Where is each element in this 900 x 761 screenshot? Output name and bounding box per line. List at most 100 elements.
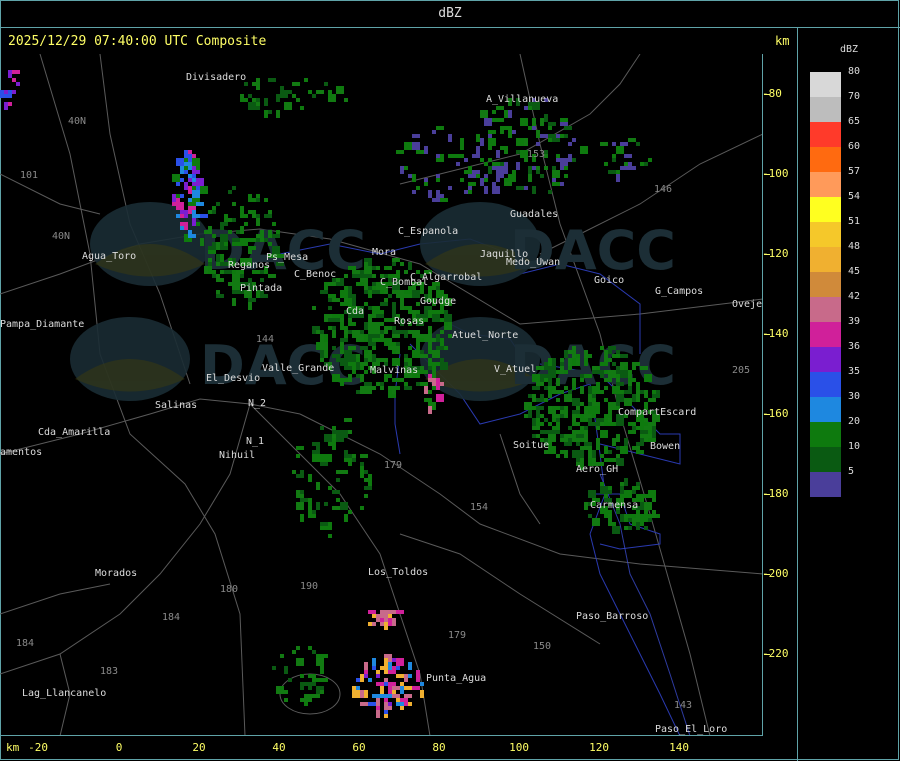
x-axis: km -20 0 20 40 60 80 100 120 140 <box>0 737 798 761</box>
x-tick-label: 140 <box>669 741 689 754</box>
legend-label: 65 <box>848 116 861 127</box>
road-label: 205 <box>732 365 751 376</box>
legend-swatch <box>810 372 841 397</box>
legend-label: 48 <box>848 241 861 252</box>
road-label: 190 <box>300 581 319 592</box>
legend-entry: 5 <box>810 466 900 497</box>
place-label: Paso_Barroso <box>576 611 649 622</box>
road-label: 179 <box>448 630 467 641</box>
legend-panel: dBZ 80 70 65 60 57 54 51 48 45 42 39 36 35 30 20 10 5 <box>797 28 900 761</box>
road-label: 40N <box>52 231 71 242</box>
place-label: Guadales <box>510 209 559 220</box>
legend-label: 70 <box>848 91 861 102</box>
road-label: 180 <box>220 584 239 595</box>
place-label: Punta_Agua <box>426 673 487 684</box>
y-axis: -80 -100 -120 -140 -160 -180 -200 -220 <box>762 54 797 736</box>
place-label: Soitue <box>513 440 550 451</box>
legend-label: 57 <box>848 166 861 177</box>
y-tick-label: -180 <box>762 487 789 500</box>
x-tick-label: 60 <box>352 741 366 754</box>
place-label: Cda_Amarilla <box>38 427 111 438</box>
place-label: Agua_Toro <box>82 251 137 262</box>
legend-swatch <box>810 472 841 497</box>
place-label: Divisadero <box>186 72 247 83</box>
timestamp-label: 2025/12/29 07:40:00 UTC Composite <box>8 34 267 49</box>
legend-swatch <box>810 397 841 422</box>
legend-label: 80 <box>848 66 861 77</box>
window-title: dBZ <box>0 0 900 28</box>
legend-swatch <box>810 322 841 347</box>
legend-label: 30 <box>848 391 861 402</box>
x-tick-label: 20 <box>192 741 206 754</box>
legend-label: 36 <box>848 341 861 352</box>
legend-label: 39 <box>848 316 861 327</box>
legend-swatch <box>810 347 841 372</box>
legend-label: 10 <box>848 441 861 452</box>
legend-swatch <box>810 197 841 222</box>
road-label: 101 <box>20 170 39 181</box>
place-label: V_Atuel <box>494 364 537 375</box>
legend-swatch <box>810 172 841 197</box>
y-tick-label: -100 <box>762 167 789 180</box>
place-label: Carmensa <box>590 500 639 511</box>
place-label: Ps_Mesa <box>266 252 309 263</box>
legend-swatch <box>810 447 841 472</box>
place-label: C_Benoc <box>294 269 337 280</box>
place-label: Lag_Llancanelo <box>22 688 107 699</box>
place-label: El_Desvio <box>206 373 261 384</box>
place-label: Bowen <box>650 441 681 452</box>
place-label: Pampa_Diamante <box>0 319 85 330</box>
place-label: Aero_GH <box>576 464 619 475</box>
road-label: 40N <box>68 116 87 127</box>
road-label: 144 <box>256 334 275 345</box>
legend-swatch <box>810 97 841 122</box>
legend-label: 45 <box>848 266 861 277</box>
unit-label-top: km <box>775 34 790 48</box>
place-label: CompartEscard <box>618 407 697 418</box>
unit-label-bottom: km <box>6 741 20 754</box>
place-label: Paso_El_Loro <box>655 724 728 735</box>
color-legend: 80 70 65 60 57 54 51 48 45 42 39 36 35 30 20 10 5 <box>810 66 900 497</box>
place-label: Reganos <box>228 260 271 271</box>
legend-label: 51 <box>848 216 861 227</box>
y-tick-label: -80 <box>762 87 782 100</box>
x-tick-label: 40 <box>272 741 286 754</box>
legend-swatch <box>810 247 841 272</box>
legend-swatch <box>810 72 841 97</box>
y-tick-label: -200 <box>762 567 789 580</box>
x-tick-label: 80 <box>432 741 446 754</box>
road-label: 184 <box>162 612 181 623</box>
road-label: 153 <box>527 149 546 160</box>
y-tick-label: -140 <box>762 327 789 340</box>
place-label: Atuel_Norte <box>452 330 519 341</box>
legend-label: 20 <box>848 416 861 427</box>
legend-label: 60 <box>848 141 861 152</box>
road-label: 179 <box>384 460 403 471</box>
place-label: Goico <box>594 275 625 286</box>
road-label: 146 <box>654 184 673 195</box>
place-label: G_Campos <box>655 286 704 297</box>
road-label: 154 <box>470 502 489 513</box>
place-label: Malvinas <box>370 365 419 376</box>
y-tick-label: -220 <box>762 647 789 660</box>
legend-swatch <box>810 297 841 322</box>
radar-echo-layer <box>0 70 660 718</box>
road-label: 143 <box>674 700 693 711</box>
legend-swatch <box>810 422 841 447</box>
place-label: Cda <box>346 306 365 317</box>
place-label: C_Espanola <box>398 226 459 237</box>
place-label: Nihuil <box>219 450 256 461</box>
place-label: Goudge <box>420 296 457 307</box>
x-tick-label: 120 <box>589 741 609 754</box>
radar-map[interactable]: DACC DACC DACC DACC Divisadero A_Villanu… <box>0 54 763 736</box>
place-label: Morados <box>95 568 138 579</box>
legend-label: 42 <box>848 291 861 302</box>
y-tick-label: -160 <box>762 407 789 420</box>
place-label: Los_Toldos <box>368 567 429 578</box>
legend-swatch <box>810 222 841 247</box>
place-label: Valle_Grande <box>262 363 335 374</box>
road-label: 184 <box>16 638 35 649</box>
legend-label: 5 <box>848 466 855 477</box>
place-label: N_1 <box>246 436 265 447</box>
legend-swatch <box>810 272 841 297</box>
